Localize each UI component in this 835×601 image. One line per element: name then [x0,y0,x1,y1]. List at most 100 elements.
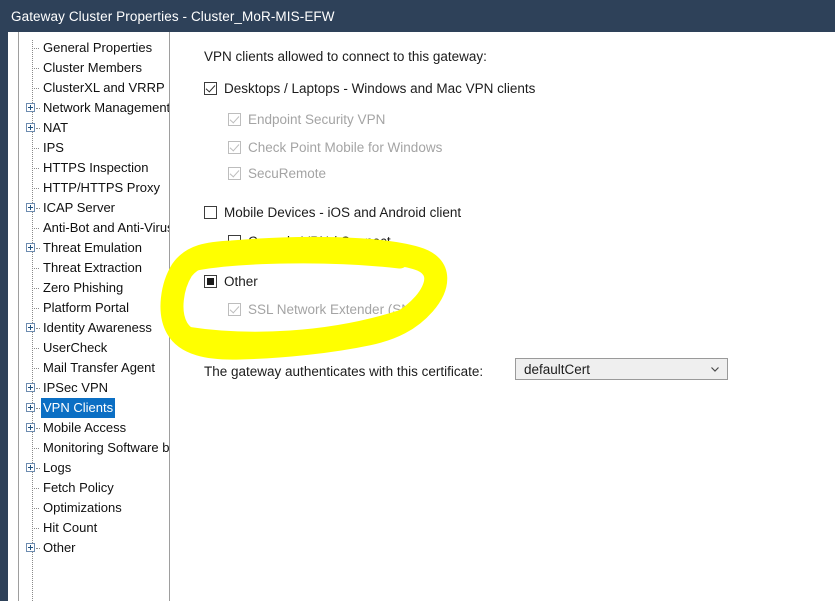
sidebar-item-label: Identity Awareness [43,320,152,335]
properties-tree[interactable]: General Properties Cluster Members Cluster… [18,32,170,601]
sidebar-item-platform-portal[interactable]: Platform Portal [19,298,169,318]
sidebar-item-label: HTTPS Inspection [43,160,149,175]
tree-expand-icon[interactable] [26,323,35,332]
vpn-clients-pane: VPN clients allowed to connect to this g… [171,32,835,601]
sidebar-item-label: Hit Count [43,520,98,535]
tree-connector [36,128,40,129]
certificate-selected-value: defaultCert [524,361,591,377]
sidebar-item-https-inspection[interactable]: HTTPS Inspection [19,158,169,178]
sidebar-item-mail-transfer-agent[interactable]: Mail Transfer Agent [19,358,169,378]
pane-intro-text: VPN clients allowed to connect to this g… [204,49,487,64]
sidebar-item-label: Optimizations [43,500,122,515]
sidebar-item-clusterxl-and-vrrp[interactable]: ClusterXL and VRRP [19,78,169,98]
sidebar-item-other[interactable]: Other [19,538,169,558]
sidebar-item-usercheck[interactable]: UserCheck [19,338,169,358]
sidebar-item-fetch-policy[interactable]: Fetch Policy [19,478,169,498]
sidebar-item-ipsec-vpn[interactable]: IPSec VPN [19,378,169,398]
tree-connector [36,208,40,209]
tree-connector [32,368,39,369]
sidebar-item-hit-count[interactable]: Hit Count [19,518,169,538]
sidebar-item-logs[interactable]: Logs [19,458,169,478]
tree-connector [36,468,40,469]
sidebar-item-ips[interactable]: IPS [19,138,169,158]
sidebar-item-anti-bot-and-anti-virus[interactable]: Anti-Bot and Anti-Virus [19,218,169,238]
tree-connector [32,308,39,309]
checkbox-label: Mobile Devices - iOS and Android client [224,205,462,220]
tree-connector [36,248,40,249]
tree-expand-icon[interactable] [26,383,35,392]
sidebar-item-label: NAT [43,120,69,135]
tree-connector [36,408,40,409]
sidebar-item-label: Other [43,540,76,555]
sidebar-item-optimizations[interactable]: Optimizations [19,498,169,518]
sidebar-item-label: Threat Extraction [43,260,142,275]
checkbox-checked-icon [228,113,241,126]
tree-connector [32,488,39,489]
window-left-gutter [0,32,8,601]
certificate-dropdown[interactable]: defaultCert [515,358,728,380]
sidebar-item-label: Cluster Members [43,60,142,75]
checkbox-row-mobile-devices-ios-and-android-client[interactable]: Mobile Devices - iOS and Android client [204,205,461,220]
tree-expand-icon[interactable] [26,463,35,472]
sidebar-item-label: Logs [43,460,72,475]
checkbox-label: Desktops / Laptops - Windows and Mac VPN… [224,81,536,96]
tree-expand-icon[interactable] [26,103,35,112]
sidebar-item-monitoring-software-b[interactable]: Monitoring Software b [19,438,169,458]
window-title: Gateway Cluster Properties - Cluster_MoR… [11,8,335,24]
sidebar-item-label: Anti-Bot and Anti-Virus [43,220,170,235]
chevron-down-icon [711,367,719,372]
tree-connector [36,388,40,389]
sidebar-item-label: Threat Emulation [43,240,142,255]
sidebar-item-threat-emulation[interactable]: Threat Emulation [19,238,169,258]
sidebar-item-label: Monitoring Software b [43,440,170,455]
sidebar-item-icap-server[interactable]: ICAP Server [19,198,169,218]
tree-expand-icon[interactable] [26,123,35,132]
checkbox-checked-icon[interactable] [204,82,217,95]
sidebar-item-nat[interactable]: NAT [19,118,169,138]
sidebar-item-general-properties[interactable]: General Properties [19,38,169,58]
checkbox-row-securemote: SecuRemote [228,166,326,181]
checkbox-row-ssl-network-extender-snx: SSL Network Extender (SNX) [228,302,425,317]
sidebar-item-http-https-proxy[interactable]: HTTP/HTTPS Proxy [19,178,169,198]
tree-connector [36,428,40,429]
checkbox-row-capsule-vpn-connect[interactable]: Capsule VPN / Connect [228,234,391,249]
checkbox-indeterminate-icon[interactable] [204,275,217,288]
sidebar-item-identity-awareness[interactable]: Identity Awareness [19,318,169,338]
sidebar-item-label: Zero Phishing [43,280,124,295]
tree-expand-icon[interactable] [26,423,35,432]
sidebar-item-label: Fetch Policy [43,480,114,495]
tree-connector [36,548,40,549]
checkbox-label: Other [224,274,258,289]
tree-expand-icon[interactable] [26,543,35,552]
tree-connector [32,528,39,529]
tree-expand-icon[interactable] [26,203,35,212]
tree-connector [32,268,39,269]
tree-connector [32,348,39,349]
tree-connector [32,288,39,289]
tree-connector [32,168,39,169]
gateway-cluster-properties-window: Gateway Cluster Properties - Cluster_MoR… [0,0,835,601]
tree-connector [32,148,39,149]
sidebar-item-mobile-access[interactable]: Mobile Access [19,418,169,438]
tree-expand-icon[interactable] [26,403,35,412]
checkbox-row-other[interactable]: Other [204,274,258,289]
tree-connector [36,328,40,329]
checkbox-checked-icon [228,141,241,154]
sidebar-item-network-management[interactable]: Network Management [19,98,169,118]
checkbox-unchecked-icon[interactable] [204,206,217,219]
tree-expand-icon[interactable] [26,243,35,252]
sidebar-item-zero-phishing[interactable]: Zero Phishing [19,278,169,298]
checkbox-row-desktops-laptops-windows-and-mac-vpn-clients[interactable]: Desktops / Laptops - Windows and Mac VPN… [204,81,535,96]
tree-connector [32,448,39,449]
tree-connector [32,68,39,69]
sidebar-item-label: Mail Transfer Agent [43,360,155,375]
sidebar-item-cluster-members[interactable]: Cluster Members [19,58,169,78]
certificate-label: The gateway authenticates with this cert… [204,364,484,379]
sidebar-item-threat-extraction[interactable]: Threat Extraction [19,258,169,278]
sidebar-item-vpn-clients[interactable]: VPN Clients [19,398,169,418]
tree-connector [32,48,39,49]
checkbox-checked-icon [228,303,241,316]
checkbox-unchecked-icon[interactable] [228,235,241,248]
sidebar-item-label: VPN Clients [41,398,116,418]
sidebar-item-label: Network Management [43,100,170,115]
